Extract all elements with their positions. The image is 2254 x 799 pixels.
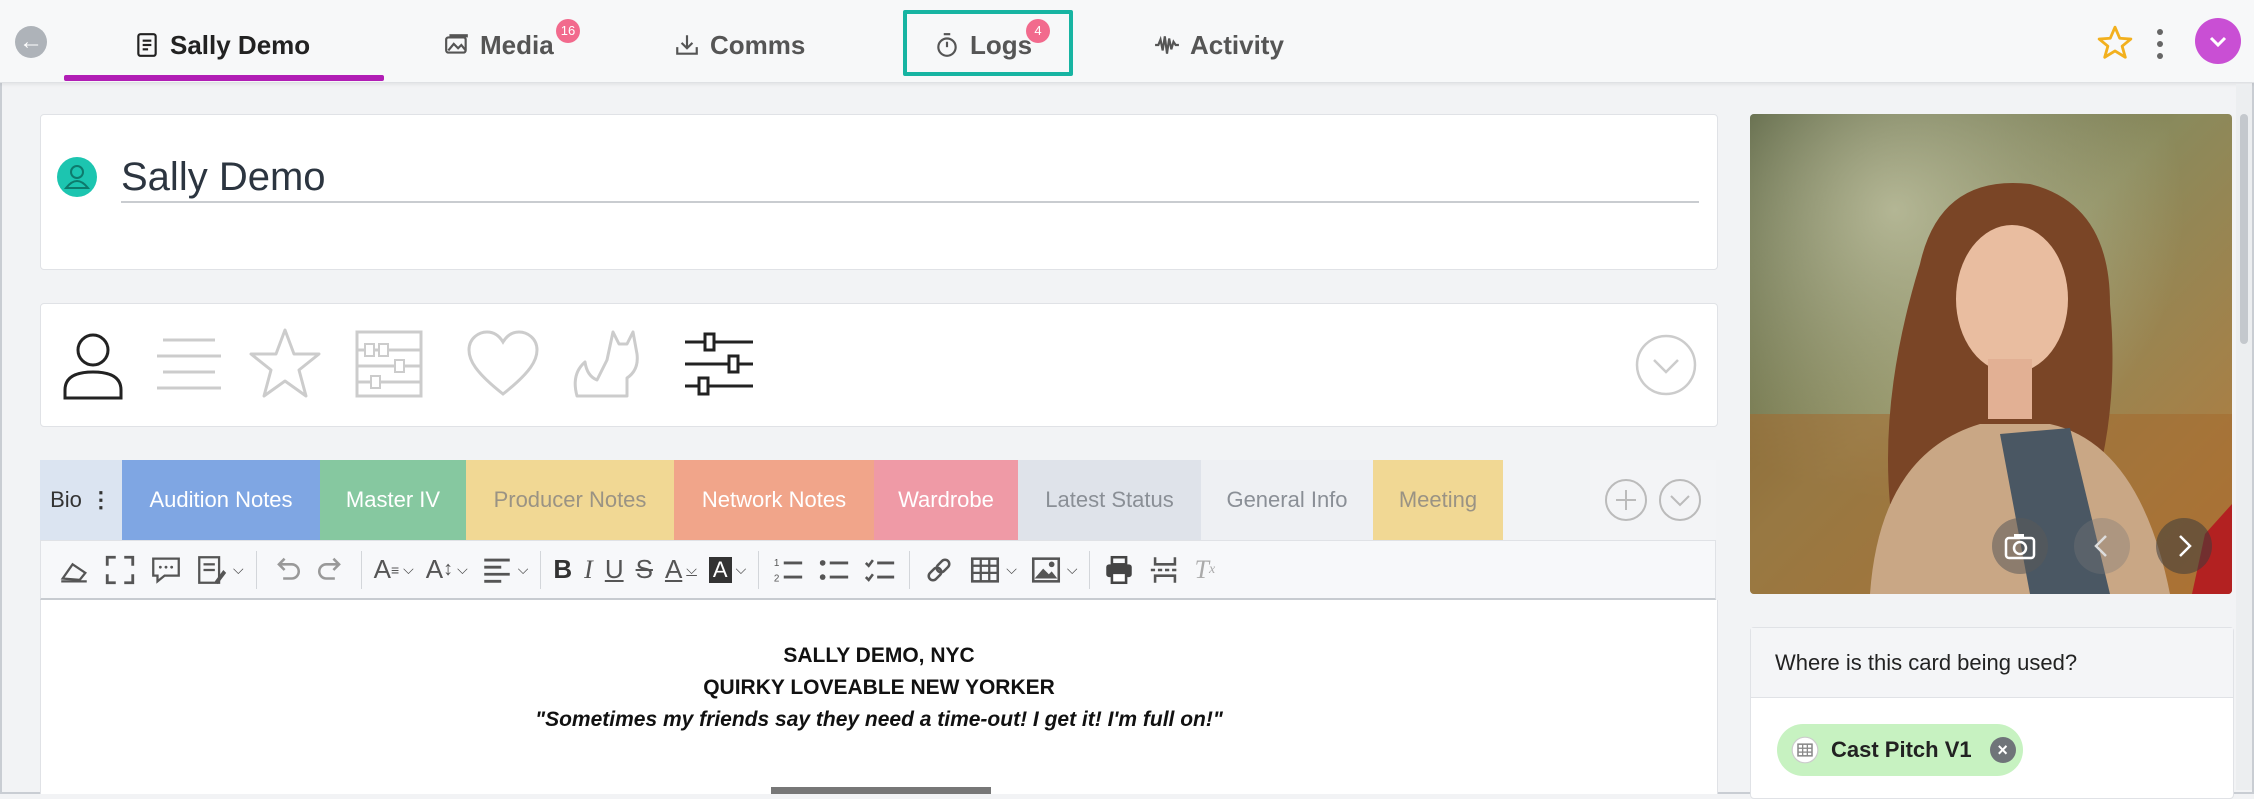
tab-bio[interactable]: Bio ⋮ [40, 460, 122, 540]
editor-quote-line: "Sometimes my friends say they need a ti… [535, 708, 1223, 731]
link-icon[interactable] [922, 550, 956, 590]
tab-wardrobe[interactable]: Wardrobe [874, 460, 1018, 540]
note-tab-actions [1590, 460, 1716, 540]
toolbar-divider [1089, 550, 1091, 589]
scrollbar-thumb[interactable] [2240, 114, 2248, 344]
clear-formatting-icon[interactable]: Tx [1194, 550, 1215, 590]
contact-avatar-icon [57, 157, 97, 197]
toolbar-divider [909, 550, 911, 589]
highlight-color-icon[interactable]: A ⌵ [708, 550, 746, 590]
tab-sally-demo[interactable]: Sally Demo [134, 22, 310, 68]
template-icon[interactable]: ⌵ [195, 550, 244, 590]
card-usage-panel: Where is this card being used? Cast Pitc… [1750, 627, 2234, 799]
redo-icon[interactable] [315, 550, 349, 590]
images-icon [445, 34, 468, 54]
eraser-icon[interactable] [57, 550, 91, 590]
lines-icon[interactable] [151, 326, 227, 402]
undo-icon[interactable] [269, 550, 303, 590]
tab-activity[interactable]: Activity [1154, 22, 1284, 68]
person-icon[interactable] [55, 326, 131, 402]
toolbar-divider [255, 550, 257, 589]
chip-label: Cast Pitch V1 [1831, 737, 1972, 762]
font-color-icon[interactable]: A ⌵ [665, 550, 697, 590]
tab-audition-notes[interactable]: Audition Notes [122, 460, 320, 540]
cat-icon[interactable] [569, 326, 645, 402]
tab-latest-status[interactable]: Latest Status [1018, 460, 1201, 540]
note-tabs: Bio ⋮ Audition Notes Master IV Producer … [40, 460, 1503, 540]
table-icon[interactable]: ⌵ [968, 550, 1017, 590]
fullscreen-icon[interactable] [103, 550, 137, 590]
image-icon[interactable]: ⌵ [1029, 550, 1077, 590]
abacus-icon[interactable] [351, 326, 427, 402]
add-tab-icon[interactable] [1604, 478, 1648, 522]
svg-text:2: 2 [774, 573, 780, 584]
media-count-badge: 16 [556, 19, 580, 43]
chevron-down-icon[interactable] [1658, 478, 1702, 522]
bullet-list-icon[interactable] [817, 550, 851, 590]
tab-media[interactable]: Media [444, 22, 554, 68]
italic-icon[interactable]: I [584, 550, 593, 590]
table-icon [1791, 736, 1819, 764]
editor-heading-line: SALLY DEMO, NYC [783, 644, 975, 667]
expand-categories-icon[interactable] [1635, 334, 1697, 396]
document-icon [137, 33, 157, 57]
tab-label: Sally Demo [170, 29, 311, 60]
waveform-icon [1155, 35, 1179, 54]
embedded-image [771, 787, 991, 794]
tab-meeting[interactable]: Meeting [1373, 460, 1503, 540]
rich-text-editor[interactable]: SALLY DEMO, NYC QUIRKY LOVEABLE NEW YORK… [40, 600, 1718, 794]
favorite-star-icon[interactable] [2096, 24, 2134, 62]
chevron-right-icon[interactable] [2156, 518, 2212, 574]
toolbar-divider [758, 550, 760, 589]
toolbar-divider [540, 550, 542, 589]
kebab-icon[interactable]: ⋮ [90, 487, 112, 513]
ordered-list-icon[interactable]: 12 [771, 550, 805, 590]
comment-icon[interactable] [149, 550, 183, 590]
page-break-icon[interactable] [1148, 550, 1182, 590]
tab-label: Comms [710, 29, 806, 60]
toolbar-divider [360, 550, 362, 589]
remove-chip-icon[interactable]: × [1989, 737, 2016, 763]
print-icon[interactable] [1102, 550, 1136, 590]
font-family-icon[interactable]: A ≡ ⌵ [374, 550, 414, 590]
tab-comms[interactable]: Comms [674, 22, 805, 68]
download-tray-icon [676, 35, 698, 55]
checklist-icon[interactable] [863, 550, 897, 590]
editor-toolbar: ⌵ A ≡ ⌵ A ↕ ⌵ ⌵ B I U S A ⌵ A ⌵ 12 ⌵ ⌵ Tx [40, 540, 1716, 600]
more-options-icon[interactable] [2150, 26, 2170, 62]
font-size-icon[interactable]: A ↕ ⌵ [426, 550, 468, 590]
tab-master-iv[interactable]: Master IV [320, 460, 466, 540]
svg-text:1: 1 [774, 557, 780, 568]
sliders-icon[interactable] [681, 326, 757, 402]
strikethrough-icon[interactable]: S [636, 550, 653, 590]
heart-icon[interactable] [465, 326, 541, 402]
logs-tab-highlight [903, 10, 1073, 76]
bold-icon[interactable]: B [553, 550, 572, 590]
tab-network-notes[interactable]: Network Notes [674, 460, 874, 540]
active-tab-indicator [64, 75, 384, 81]
tab-label: Media [480, 29, 554, 60]
page-scrollbar[interactable] [2236, 84, 2252, 790]
back-arrow-icon[interactable]: ← [15, 26, 47, 58]
tab-label: Bio [50, 487, 82, 512]
underline-icon[interactable]: U [605, 550, 624, 590]
align-icon[interactable]: ⌵ [480, 550, 528, 590]
tab-general-info[interactable]: General Info [1201, 460, 1373, 540]
name-card: Sally Demo [40, 114, 1718, 270]
camera-icon[interactable] [1992, 518, 2048, 574]
editor-subheading-line: QUIRKY LOVEABLE NEW YORKER [703, 676, 1055, 699]
chevron-left-icon[interactable] [2074, 518, 2130, 574]
category-icons-card [40, 303, 1718, 427]
chevron-down-icon [2209, 36, 2227, 48]
tab-producer-notes[interactable]: Producer Notes [466, 460, 674, 540]
tab-label: Activity [1190, 29, 1284, 60]
account-menu-button[interactable] [2195, 18, 2241, 64]
usage-heading: Where is this card being used? [1751, 628, 2233, 698]
cast-pitch-chip[interactable]: Cast Pitch V1 × [1777, 724, 2023, 776]
name-field[interactable]: Sally Demo [121, 153, 1699, 203]
star-outline-icon[interactable] [247, 326, 323, 402]
top-navigation: ← Sally Demo Media 16 Comms Logs 4 Activ… [0, 0, 2254, 83]
